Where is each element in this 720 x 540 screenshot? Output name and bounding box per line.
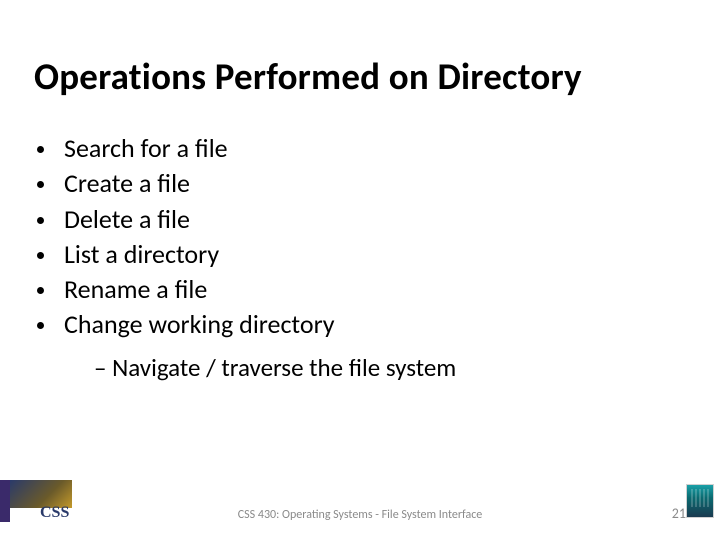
logo-bar [0, 480, 10, 522]
university-logo: CSS [0, 480, 100, 522]
slide-title: Operations Performed on Directory [34, 54, 694, 99]
bullet-list: Search for a file Create a file Delete a… [58, 132, 654, 342]
list-item: Search for a file [58, 132, 654, 165]
slide-body: Search for a file Create a file Delete a… [74, 132, 654, 384]
textbook-thumbnail [686, 484, 714, 518]
logo-text: CSS [40, 504, 69, 522]
slide-footer: CSS CSS 430: Operating Systems - File Sy… [0, 482, 720, 522]
page-number: 21 [672, 505, 686, 522]
sub-bullet-list: Navigate / traverse the file system [94, 352, 654, 385]
sub-list-item: Navigate / traverse the file system [94, 352, 654, 385]
list-item: Change working directory [58, 308, 654, 341]
list-item: List a directory [58, 238, 654, 271]
list-item: Delete a file [58, 203, 654, 236]
list-item: Create a file [58, 167, 654, 200]
list-item: Rename a file [58, 273, 654, 306]
footer-text: CSS 430: Operating Systems - File System… [238, 508, 483, 522]
slide: Operations Performed on Directory Search… [0, 0, 720, 540]
